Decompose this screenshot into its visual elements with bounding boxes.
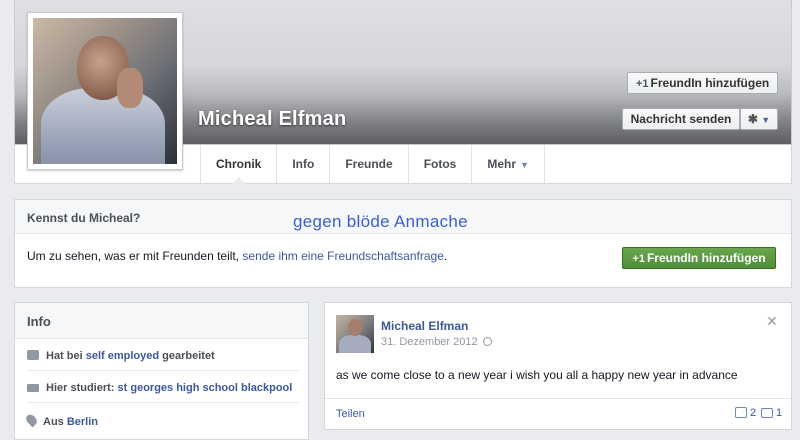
add-friend-label: FreundIn hinzufügen [650, 76, 770, 90]
info-title: Info [15, 303, 308, 339]
post-date-text: 31. Dezember 2012 [381, 336, 478, 348]
tab-mehr-label: Mehr [487, 157, 517, 171]
school-icon [27, 384, 39, 392]
know-text-end: . [443, 249, 448, 263]
info-school-prefix: Hier studiert: [46, 382, 118, 394]
options-menu-button[interactable]: ✱ ▼ [740, 108, 778, 130]
share-link[interactable]: Teilen [336, 408, 365, 420]
tab-mehr[interactable]: Mehr ▼ [471, 145, 545, 183]
add-friend-label: FreundIn hinzufügen [646, 251, 766, 265]
info-item-school: Hier studiert: st georges high school bl… [27, 373, 299, 403]
post-avatar[interactable] [336, 315, 374, 353]
briefcase-icon [27, 350, 39, 360]
post-text: as we come close to a new year i wish yo… [336, 368, 738, 382]
globe-icon [482, 337, 492, 346]
know-text-start: Um zu sehen, was er mit Freunden teilt, [27, 249, 243, 263]
know-text: Um zu sehen, was er mit Freunden teilt, … [27, 249, 447, 263]
info-work-suffix: gearbeitet [159, 350, 215, 362]
post-footer: Teilen 2 1 [325, 398, 791, 430]
likes-number: 2 [750, 407, 757, 419]
info-box: Info Hat bei self employed gearbeitet Hi… [14, 302, 309, 440]
add-friend-icon: +1 [632, 253, 645, 265]
like-icon [735, 407, 747, 418]
location-link[interactable]: Berlin [67, 416, 98, 428]
friend-request-link[interactable]: sende ihm eine Freundschaftsanfrage [242, 249, 443, 263]
chevron-down-icon: ▼ [761, 115, 771, 125]
timeline-post: Micheal Elfman 31. Dezember 2012 ✕ as we… [324, 302, 792, 430]
tab-chronik[interactable]: Chronik [200, 145, 276, 184]
profile-photo [33, 18, 177, 164]
info-location-prefix: Aus [43, 416, 67, 428]
comment-icon [761, 408, 773, 418]
likes-count[interactable]: 2 [735, 407, 756, 419]
info-work-prefix: Hat bei [46, 350, 86, 362]
tab-freunde[interactable]: Freunde [329, 145, 407, 183]
school-link[interactable]: st georges high school blackpool [118, 382, 293, 394]
location-pin-icon [24, 412, 39, 428]
overlay-caption: gegen blöde Anmache [293, 212, 468, 231]
info-item-location: Aus Berlin [24, 407, 299, 437]
send-message-button[interactable]: Nachricht senden [622, 108, 740, 130]
work-link[interactable]: self employed [86, 350, 159, 362]
add-friend-button[interactable]: +1 FreundIn hinzufügen [627, 72, 778, 94]
tab-info[interactable]: Info [276, 145, 329, 183]
info-item-work: Hat bei self employed gearbeitet [27, 341, 299, 371]
post-author[interactable]: Micheal Elfman [381, 319, 468, 333]
close-icon[interactable]: ✕ [766, 313, 778, 330]
gear-icon: ✱ [747, 112, 758, 126]
profile-name[interactable]: Micheal Elfman [198, 108, 346, 131]
chevron-down-icon: ▼ [520, 160, 529, 170]
comments-number: 1 [776, 407, 783, 419]
tab-fotos[interactable]: Fotos [407, 145, 472, 183]
add-friend-button-green[interactable]: +1 FreundIn hinzufügen [622, 247, 776, 269]
post-date[interactable]: 31. Dezember 2012 [381, 336, 492, 348]
add-friend-icon: +1 [636, 78, 649, 90]
comments-count[interactable]: 1 [761, 407, 782, 419]
profile-picture[interactable] [27, 12, 183, 170]
